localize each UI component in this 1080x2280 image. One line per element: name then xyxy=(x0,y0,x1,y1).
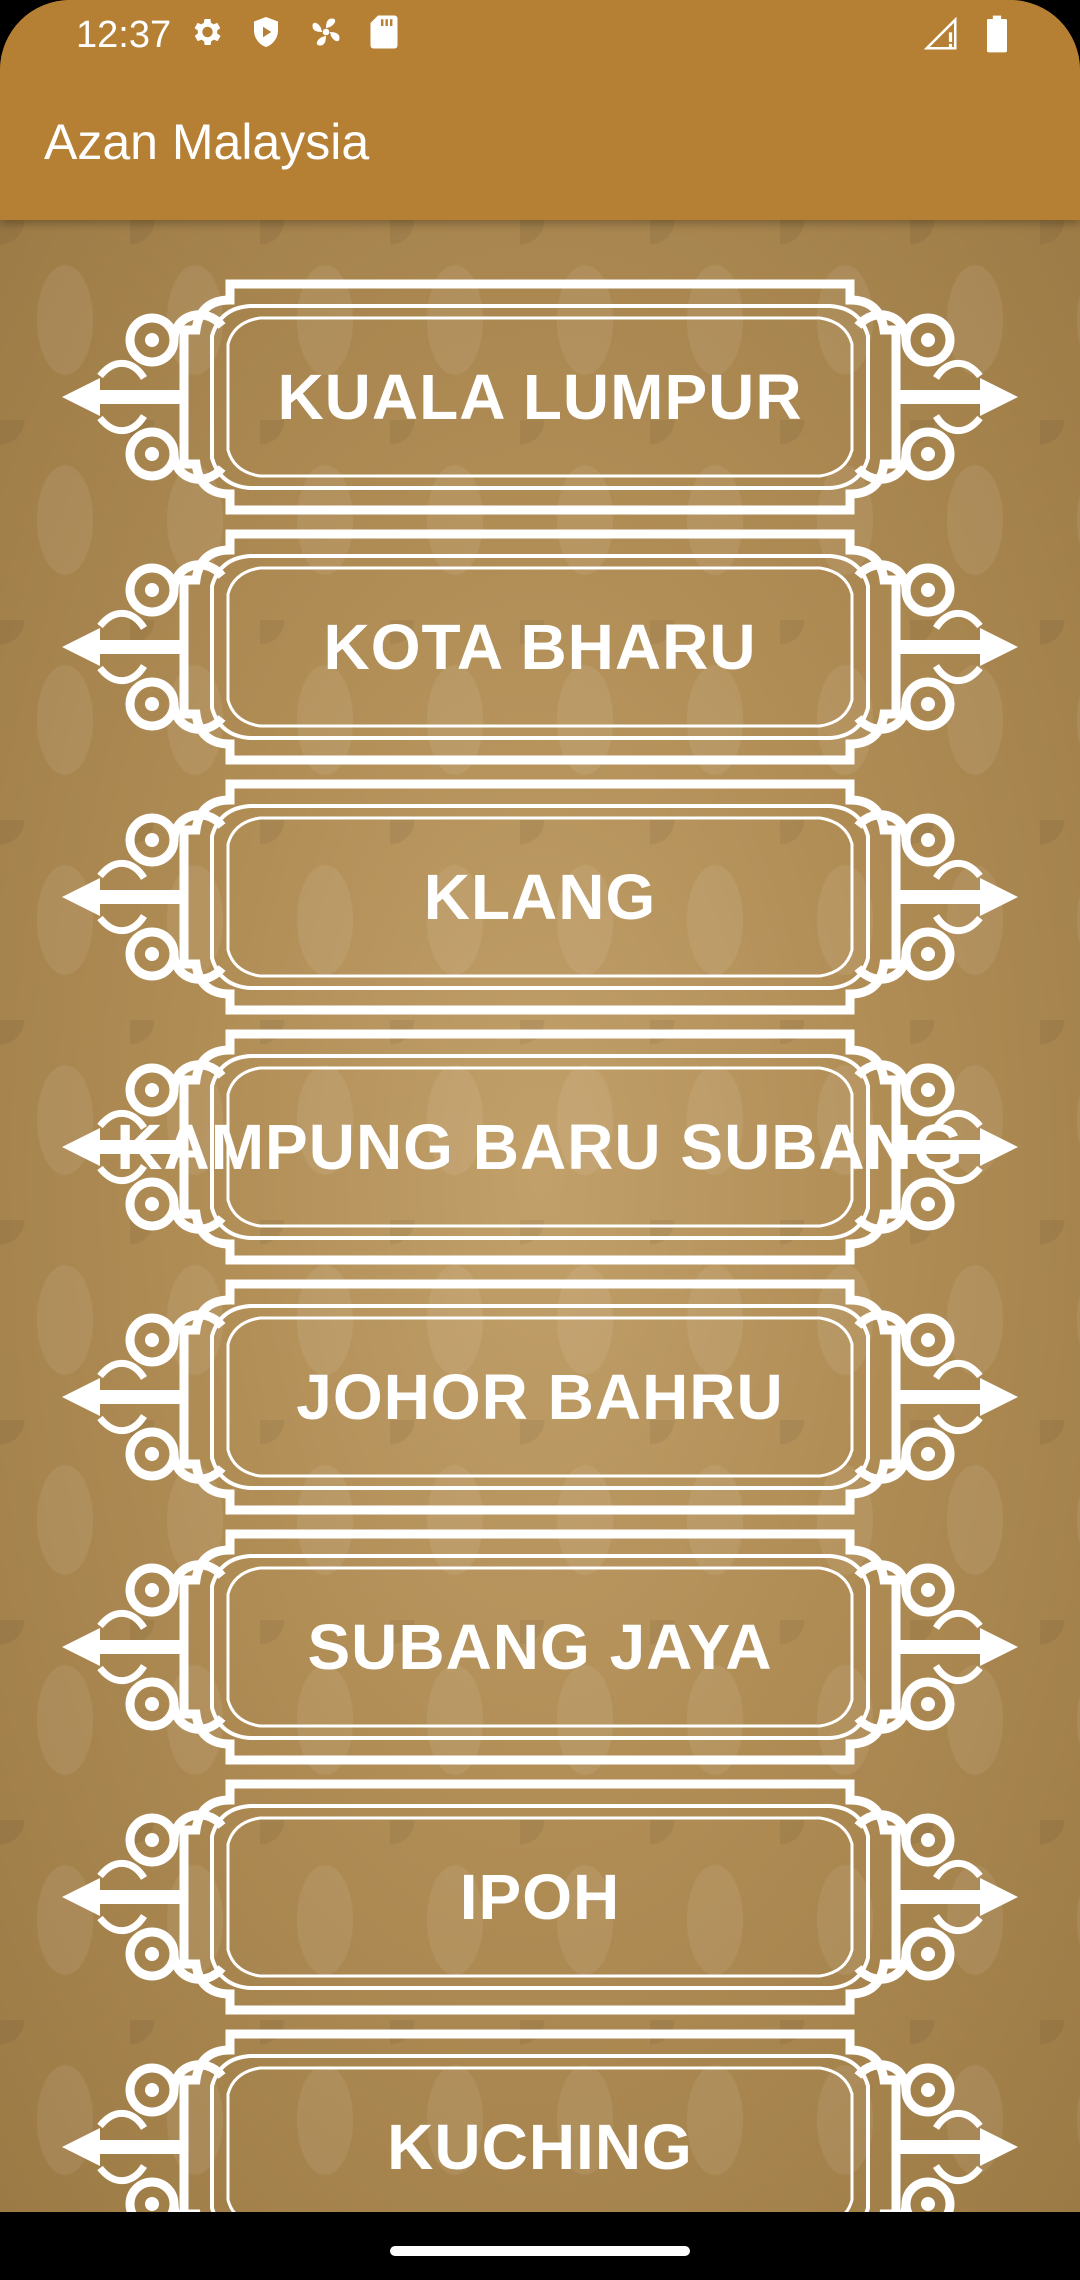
status-system-icons xyxy=(922,14,1010,59)
city-button[interactable]: IPOH xyxy=(60,1778,1020,2016)
city-list: KUALA LUMPUR KOTA BHARU KLANG KAMPUNG BARU … xyxy=(0,220,1080,2212)
city-label: SUBANG JAYA xyxy=(307,1611,773,1683)
signal-icon xyxy=(922,15,960,58)
city-label: JOHOR BAHRU xyxy=(296,1361,784,1433)
city-button[interactable]: KAMPUNG BARU SUBANG xyxy=(60,1028,1020,1266)
top-app-bar: 12:37 Azan Malaysia xyxy=(0,0,1080,220)
city-button[interactable]: KUALA LUMPUR xyxy=(60,278,1020,516)
city-button[interactable]: JOHOR BAHRU xyxy=(60,1278,1020,1516)
shield-play-icon xyxy=(248,14,284,55)
city-label: KOTA BHARU xyxy=(323,611,757,683)
city-button[interactable]: KOTA BHARU xyxy=(60,528,1020,766)
sd-card-icon xyxy=(368,14,400,55)
gear-icon xyxy=(188,14,224,55)
city-button[interactable]: KLANG xyxy=(60,778,1020,1016)
city-button[interactable]: KUCHING xyxy=(60,2028,1020,2212)
city-label: IPOH xyxy=(459,1861,621,1933)
city-label: KUALA LUMPUR xyxy=(277,361,803,433)
battery-icon xyxy=(984,14,1010,59)
city-label: KLANG xyxy=(423,861,657,933)
fan-icon xyxy=(308,14,344,55)
home-handle[interactable] xyxy=(390,2246,690,2256)
screen: 12:37 Azan Malaysia KUALA LUMPUR KOTA BH… xyxy=(0,0,1080,2280)
app-title: Azan Malaysia xyxy=(44,114,370,170)
system-nav-bar xyxy=(0,2212,1080,2280)
status-bar: 12:37 xyxy=(0,0,1080,72)
status-time: 12:37 xyxy=(76,14,172,56)
city-label: KAMPUNG BARU SUBANG xyxy=(116,1111,964,1183)
status-notification-icons xyxy=(188,14,400,55)
city-button[interactable]: SUBANG JAYA xyxy=(60,1528,1020,1766)
city-label: KUCHING xyxy=(387,2111,693,2183)
